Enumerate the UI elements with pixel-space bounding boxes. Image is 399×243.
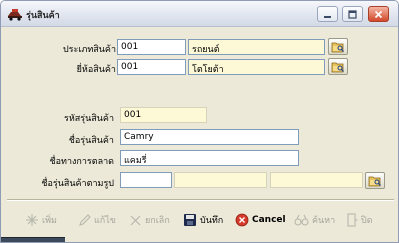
- market-name-label: ชื่อทางการตลาด: [49, 157, 115, 167]
- title-bar[interactable]: รุ่นสินค้า: [1, 1, 398, 27]
- minimize-button[interactable]: [317, 6, 338, 22]
- action-toolbar: เพิ่ม แก้ไข ยกเลิก บันทึก Cancel ค้นหา ป…: [1, 202, 398, 238]
- maximize-button[interactable]: [342, 6, 363, 22]
- exit-door-icon: [347, 213, 358, 227]
- edit-pencil-icon: [79, 214, 91, 226]
- delete-button[interactable]: ยกเลิก: [129, 210, 170, 230]
- search-button-label: ค้นหา: [312, 216, 336, 226]
- cancel-button-label: Cancel: [252, 215, 286, 225]
- model-window: รุ่นสินค้า ประเภทสินค้า 001 รถยนต์ ยี่ห้…: [0, 0, 399, 243]
- folder-search-icon: [331, 42, 344, 52]
- category-lookup-button[interactable]: [328, 38, 348, 55]
- add-button-label: เพิ่ม: [42, 216, 57, 226]
- exit-button[interactable]: ปิด: [346, 210, 373, 230]
- market-name-input[interactable]: แคมรี่: [120, 150, 299, 166]
- model-name-label: ชื่อรุ่นสินค้า: [68, 136, 114, 146]
- binoculars-icon: [294, 214, 309, 226]
- close-icon: [374, 10, 383, 18]
- search-button[interactable]: ค้นหา: [294, 210, 335, 230]
- edit-button-label: แก้ไข: [94, 216, 116, 226]
- model-code-field: 001: [120, 107, 207, 123]
- save-button-label: บันทึก: [200, 216, 224, 226]
- category-code-input[interactable]: 001: [117, 39, 186, 55]
- window-title: รุ่นสินค้า: [26, 11, 60, 21]
- save-floppy-icon: [184, 214, 196, 226]
- minimize-icon: [324, 15, 331, 18]
- model-code-label: รหัสรุ่นสินค้า: [64, 114, 114, 124]
- model-by-image-input-1[interactable]: [120, 172, 172, 188]
- brand-label: ยี่ห้อสินค้า: [76, 65, 116, 75]
- exit-button-label: ปิด: [361, 216, 373, 226]
- toolbar-divider: [7, 199, 394, 201]
- model-by-image-label: ชื่อรุ่นสินค้าตามรูป: [41, 179, 114, 189]
- model-by-image-field-3: [270, 172, 363, 188]
- folder-search-icon: [331, 62, 344, 72]
- model-name-input[interactable]: Camry: [120, 129, 299, 145]
- brand-name-field: โตโยต้า: [188, 59, 325, 75]
- cancel-icon: [235, 213, 249, 227]
- delete-x-icon: [130, 215, 141, 226]
- delete-button-label: ยกเลิก: [145, 216, 170, 226]
- form-area: ประเภทสินค้า 001 รถยนต์ ยี่ห้อสินค้า 001…: [8, 27, 392, 202]
- model-by-image-lookup-button[interactable]: [365, 172, 385, 189]
- maximize-icon: [348, 9, 357, 19]
- add-button[interactable]: เพิ่ม: [25, 210, 57, 230]
- category-label: ประเภทสินค้า: [62, 45, 116, 55]
- category-name-field: รถยนต์: [188, 39, 325, 55]
- close-button[interactable]: [368, 6, 389, 22]
- background-taskbar-strip: [1, 237, 65, 242]
- model-by-image-field-2: [174, 172, 267, 188]
- app-icon: [7, 7, 23, 21]
- cancel-button[interactable]: Cancel: [235, 210, 286, 230]
- edit-button[interactable]: แก้ไข: [78, 210, 116, 230]
- brand-lookup-button[interactable]: [328, 58, 348, 75]
- brand-code-input[interactable]: 001: [117, 59, 186, 75]
- save-button[interactable]: บันทึก: [183, 210, 223, 230]
- folder-search-icon: [368, 176, 381, 186]
- add-sparkle-icon: [26, 214, 38, 226]
